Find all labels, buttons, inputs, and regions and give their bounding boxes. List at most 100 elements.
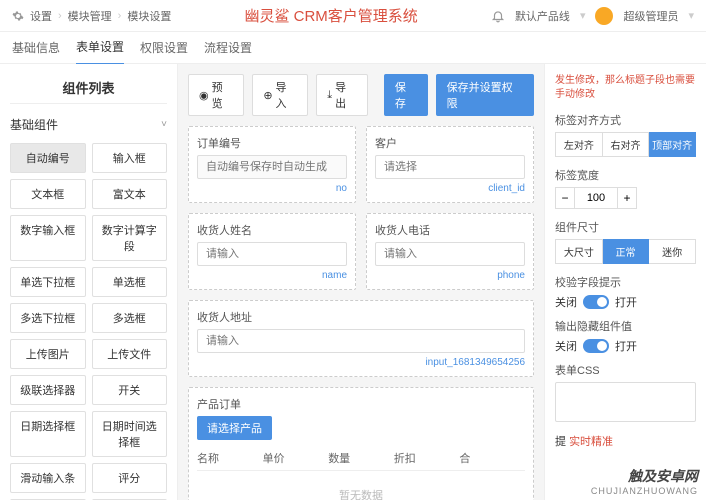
align-left[interactable]: 左对齐 (555, 132, 603, 157)
validate-on: 打开 (615, 294, 637, 310)
table-header: 名称 单价 数量 折扣 合 (197, 446, 525, 471)
select-product-button[interactable]: 请选择产品 (197, 416, 272, 440)
comp-checkbox[interactable]: 多选框 (92, 303, 168, 333)
field-recv-addr[interactable]: 收货人地址 input_1681349654256 (188, 300, 534, 377)
field-label: 产品订单 (197, 396, 525, 412)
page-tabs: 基础信息 表单设置 权限设置 流程设置 (0, 32, 706, 64)
export-button[interactable]: ⤓ 导出 (316, 74, 368, 116)
recv-addr-input[interactable] (197, 329, 525, 353)
user-name[interactable]: 超级管理员 (623, 8, 678, 24)
comp-cascader[interactable]: 级联选择器 (10, 375, 86, 405)
comp-date[interactable]: 日期选择框 (10, 411, 86, 457)
width-minus[interactable]: − (555, 187, 575, 209)
field-label: 收货人电话 (375, 222, 525, 238)
field-recv-phone[interactable]: 收货人电话 phone (366, 213, 534, 290)
field-label: 收货人地址 (197, 309, 525, 325)
field-label: 客户 (375, 135, 525, 151)
save-perm-button[interactable]: 保存并设置权限 (436, 74, 534, 116)
css-textarea[interactable] (555, 382, 696, 422)
bc-mod-set: 模块设置 (127, 8, 171, 24)
width-stepper: − + (555, 187, 696, 209)
gear-icon (12, 10, 24, 22)
width-input[interactable] (575, 187, 617, 209)
warning-text: 发生修改，那么标题子段也需要手动修改 (555, 74, 696, 102)
customer-select[interactable] (375, 155, 525, 179)
size-label: 组件尺寸 (555, 219, 696, 235)
group-basic[interactable]: 基础组件˅ (10, 112, 167, 137)
tab-perm[interactable]: 权限设置 (140, 31, 188, 64)
chevron-down-icon: ˅ (161, 119, 167, 130)
align-label: 标签对齐方式 (555, 112, 696, 128)
save-button[interactable]: 保存 (384, 74, 428, 116)
field-id: phone (375, 270, 525, 281)
tab-form[interactable]: 表单设置 (76, 30, 124, 65)
comp-radio[interactable]: 单选框 (92, 267, 168, 297)
bell-icon[interactable] (491, 9, 505, 23)
validate-label: 校验字段提示 (555, 274, 696, 290)
preview-button[interactable]: ◉ 预览 (188, 74, 244, 116)
hidden-on: 打开 (615, 338, 637, 354)
validate-switch[interactable] (583, 295, 609, 309)
import-button[interactable]: ⊕ 导入 (252, 74, 308, 116)
comp-upload-file[interactable]: 上传文件 (92, 339, 168, 369)
validate-off: 关闭 (555, 294, 577, 310)
top-right: 默认产品线 ▾ 超级管理员 ▾ (491, 7, 694, 25)
comp-select-single[interactable]: 单选下拉框 (10, 267, 86, 297)
size-mini[interactable]: 迷你 (649, 239, 696, 264)
align-top[interactable]: 顶部对齐 (649, 132, 696, 157)
hidden-label: 输出隐藏组件值 (555, 318, 696, 334)
comp-rich[interactable]: 富文本 (92, 179, 168, 209)
comp-datetime[interactable]: 日期时间选择框 (92, 411, 168, 457)
brand-title: 幽灵鲨 CRM客户管理系统 (171, 5, 491, 26)
sidebar-title: 组件列表 (10, 72, 167, 104)
properties-panel: 发生修改，那么标题子段也需要手动修改 标签对齐方式 左对齐 右对齐 顶部对齐 标… (544, 64, 706, 500)
field-order-no[interactable]: 订单编号 no (188, 126, 356, 203)
avatar[interactable] (595, 7, 613, 25)
field-label: 订单编号 (197, 135, 347, 151)
comp-calc[interactable]: 数字计算字段 (92, 215, 168, 261)
field-label: 收货人姓名 (197, 222, 347, 238)
hidden-switch[interactable] (583, 339, 609, 353)
comp-upload-img[interactable]: 上传图片 (10, 339, 86, 369)
field-recv-name[interactable]: 收货人姓名 name (188, 213, 356, 290)
field-product-order[interactable]: 产品订单 请选择产品 名称 单价 数量 折扣 合 暂无数据 整单再优惠(金额) … (188, 387, 534, 500)
comp-number[interactable]: 数字输入框 (10, 215, 86, 261)
submit-rest: 实时精准 (569, 436, 613, 448)
comp-switch[interactable]: 开关 (92, 375, 168, 405)
size-normal[interactable]: 正常 (603, 239, 650, 264)
table-empty: 暂无数据 (197, 471, 525, 500)
comp-slider[interactable]: 滑动输入条 (10, 463, 86, 493)
comp-text[interactable]: 文本框 (10, 179, 86, 209)
field-id: input_1681349654256 (197, 357, 525, 368)
width-plus[interactable]: + (617, 187, 637, 209)
product-line-select[interactable]: 默认产品线 (515, 8, 570, 24)
breadcrumb: 设置 › 模块管理 › 模块设置 (12, 8, 171, 24)
top-bar: 设置 › 模块管理 › 模块设置 幽灵鲨 CRM客户管理系统 默认产品线 ▾ 超… (0, 0, 706, 32)
hidden-off: 关闭 (555, 338, 577, 354)
field-customer[interactable]: 客户 client_id (366, 126, 534, 203)
field-id: name (197, 270, 347, 281)
size-large[interactable]: 大尺寸 (555, 239, 603, 264)
field-id: no (197, 183, 347, 194)
tab-basic[interactable]: 基础信息 (12, 31, 60, 64)
comp-auto-no[interactable]: 自动编号 (10, 143, 86, 173)
toolbar: ◉ 预览 ⊕ 导入 ⤓ 导出 保存 保存并设置权限 (188, 74, 534, 116)
order-no-input[interactable] (197, 155, 347, 179)
bc-mod-mgmt[interactable]: 模块管理 (68, 8, 112, 24)
field-id: client_id (375, 183, 525, 194)
css-label: 表单CSS (555, 362, 696, 378)
form-canvas: ◉ 预览 ⊕ 导入 ⤓ 导出 保存 保存并设置权限 订单编号 no 客户 cli… (178, 64, 544, 500)
submit-prefix: 提 (555, 436, 566, 448)
recv-name-input[interactable] (197, 242, 347, 266)
comp-select-multi[interactable]: 多选下拉框 (10, 303, 86, 333)
width-label: 标签宽度 (555, 167, 696, 183)
tab-flow[interactable]: 流程设置 (204, 31, 252, 64)
sidebar: 组件列表 基础组件˅ 自动编号 输入框 文本框 富文本 数字输入框 数字计算字段… (0, 64, 178, 500)
comp-rate[interactable]: 评分 (92, 463, 168, 493)
comp-input[interactable]: 输入框 (92, 143, 168, 173)
size-group: 大尺寸 正常 迷你 (555, 239, 696, 264)
recv-phone-input[interactable] (375, 242, 525, 266)
bc-settings[interactable]: 设置 (30, 8, 52, 24)
align-right[interactable]: 右对齐 (603, 132, 650, 157)
align-group: 左对齐 右对齐 顶部对齐 (555, 132, 696, 157)
